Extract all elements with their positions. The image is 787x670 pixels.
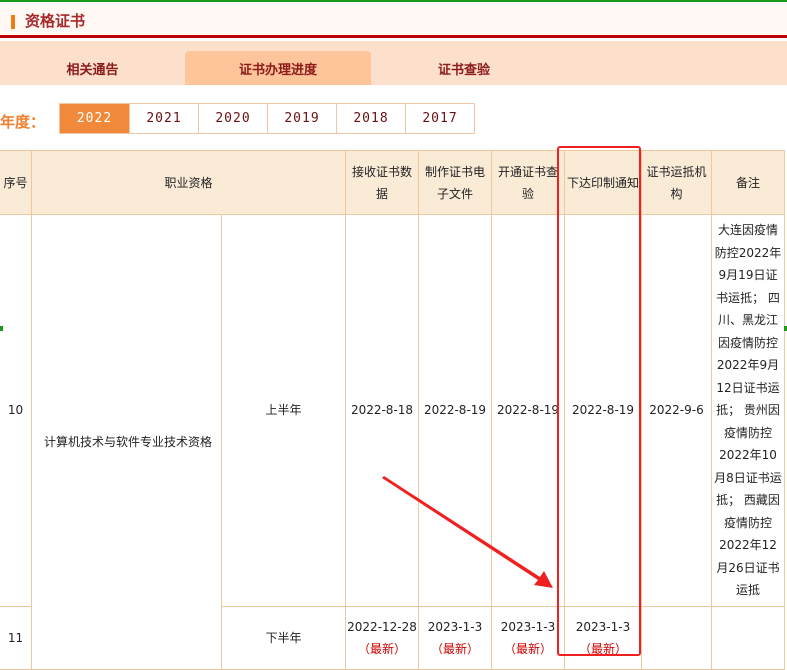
cell-remark: 大连因疫情防控2022年9月19日证书运抵； 四川、黑龙江因疫情防控2022年9… [711,214,785,607]
cell-arrive [641,605,712,670]
cell-open: 2023-1-3 （最新） [491,605,565,670]
col-print: 下达印制通知 [564,150,642,215]
latest-tag: （最新） [503,641,552,656]
date: 2022-12-28 [347,619,417,634]
col-no: 序号 [0,150,32,215]
cell-make: 2023-1-3 （最新） [418,605,492,670]
date: 2023-1-3 [575,619,631,634]
title-bar-marker [11,15,15,29]
resize-handle [0,326,3,331]
cell-print: 2023-1-3 （最新） [564,605,642,670]
year-label: 年度： [0,113,46,131]
year-2017[interactable]: 2017 [405,104,474,133]
table-header-row: 序号 职业资格 接收证书数据 制作证书电子文件 开通证书查验 下达印制通知 证书… [0,150,785,215]
cell-receive: 2022-12-28 （最新） [345,605,419,670]
year-2022[interactable]: 2022 [60,104,129,133]
col-receive: 接收证书数据 [345,150,419,215]
latest-tag: （最新） [578,641,627,656]
col-qualification: 职业资格 [31,150,346,215]
col-arrive: 证书运抵机构 [641,150,712,215]
section-header: 资格证书 [0,2,787,38]
col-remark: 备注 [711,150,785,215]
cell-no: 11 [0,605,32,670]
latest-tag: （最新） [357,641,406,656]
year-2019[interactable]: 2019 [267,104,336,133]
table-row: 10 计算机技术与软件专业技术资格 上半年 2022-8-18 2022-8-1… [0,214,785,670]
tab-progress[interactable]: 证书办理进度 [185,51,371,85]
tab-verification[interactable]: 证书查验 [371,51,557,85]
year-2021[interactable]: 2021 [129,104,198,133]
tab-announcements[interactable]: 相关通告 [0,51,185,85]
year-selector: 2022 2021 2020 2019 2018 2017 [59,103,475,134]
cell-make: 2022-8-19 [418,214,492,607]
cell-receive: 2022-8-18 [345,214,419,607]
cell-half: 上半年 [221,214,346,607]
cell-no: 10 [0,214,32,607]
cell-open: 2022-8-19 [491,214,565,607]
col-open: 开通证书查验 [491,150,565,215]
cell-arrive: 2022-9-6 [641,214,712,607]
year-2020[interactable]: 2020 [198,104,267,133]
cell-print: 2022-8-19 [564,214,642,607]
col-make: 制作证书电子文件 [418,150,492,215]
cell-remark [711,605,785,670]
cell-qualification: 计算机技术与软件专业技术资格 [31,214,222,670]
page-title: 资格证书 [25,12,86,30]
tab-bar: 相关通告 证书办理进度 证书查验 [0,41,787,85]
date: 2023-1-3 [427,619,483,634]
latest-tag: （最新） [430,641,479,656]
cell-half: 下半年 [221,605,346,670]
date: 2023-1-3 [500,619,556,634]
progress-table: 序号 职业资格 接收证书数据 制作证书电子文件 开通证书查验 下达印制通知 证书… [0,150,785,670]
year-2018[interactable]: 2018 [336,104,405,133]
